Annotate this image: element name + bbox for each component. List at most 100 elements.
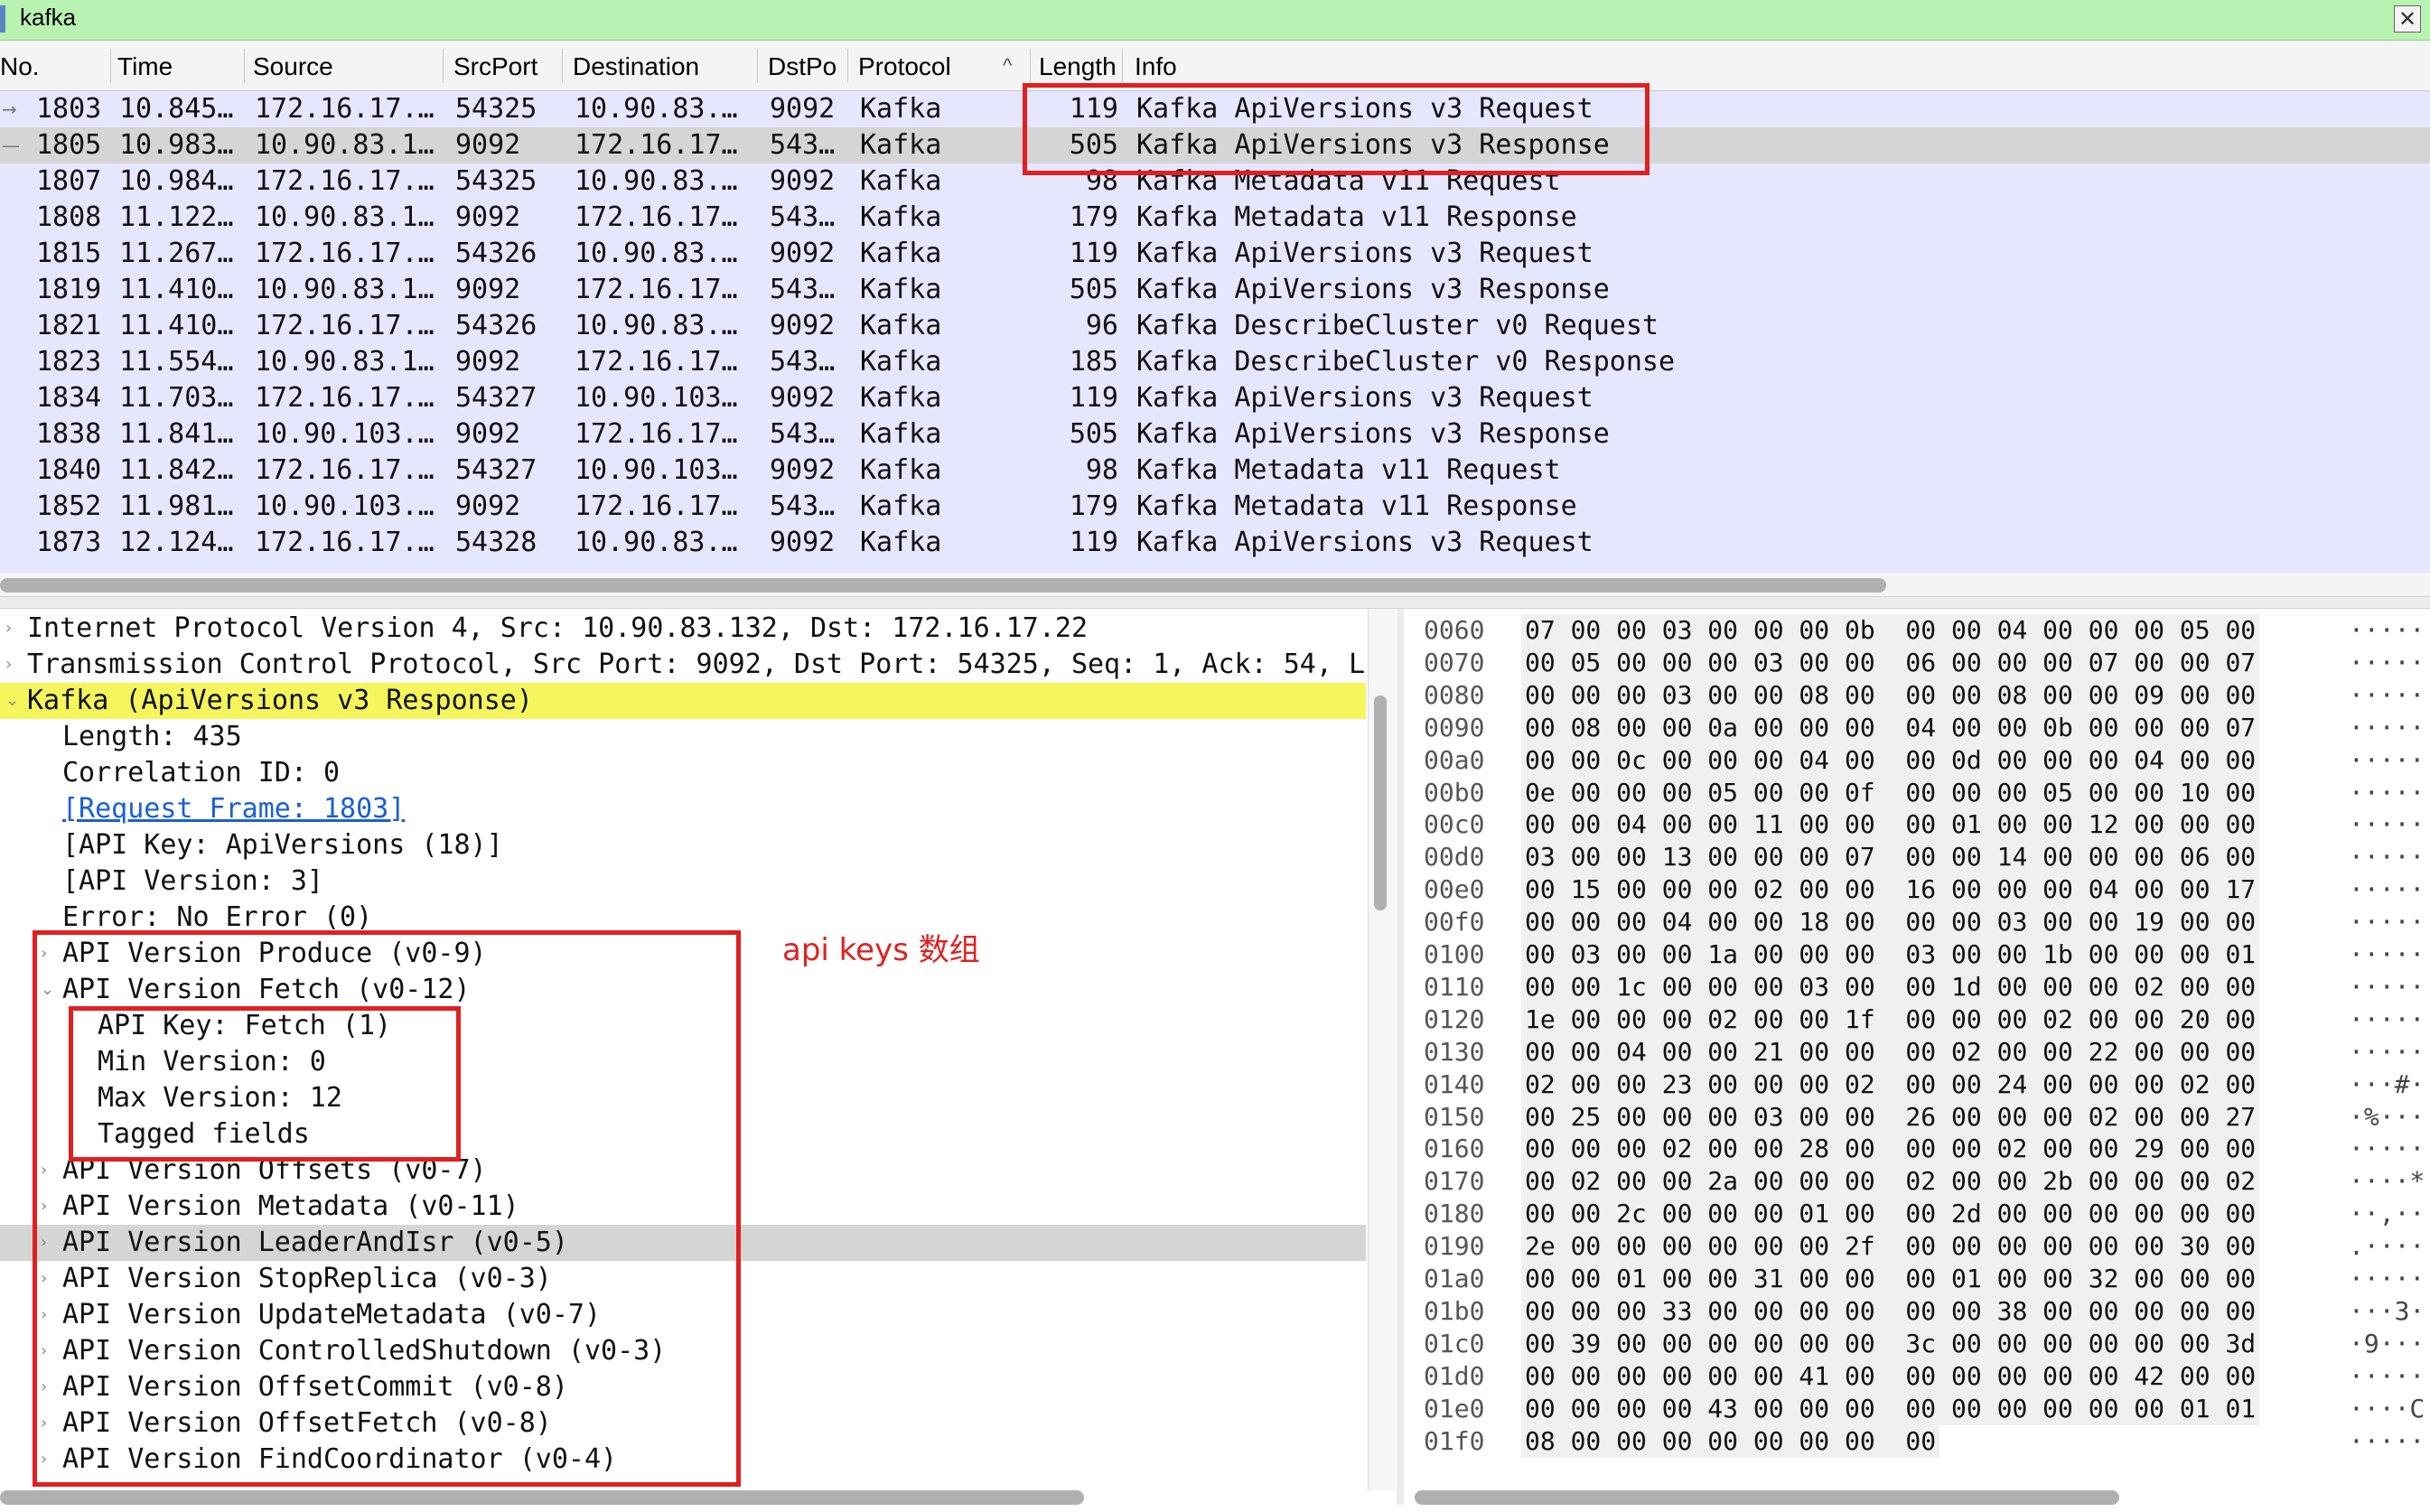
column-header-no[interactable]: No. [0,52,40,81]
packet-row[interactable]: 1838 11.841… 10.90.103.… 9092 172.16.17… 543…… [0,416,2430,453]
detail-tree-item[interactable]: Max Version: 12 [0,1080,1366,1116]
packet-row[interactable]: 1840 11.842… 172.16.17.… 54327 10.90.103… 909… [0,453,2430,489]
bytes-horizontal-scrollbar[interactable] [1415,1490,2119,1505]
packet-row[interactable]: 1823 11.554… 10.90.83.1… 9092 172.16.17… 543…… [0,344,2430,380]
bytes-row[interactable]: 00f0 00 00 00 04 00 00 18 00 00 00 03 00 … [1406,906,2430,939]
display-filter-bar[interactable]: kafka ✕ [0,0,2430,41]
collapse-arrow-icon[interactable]: › [41,936,47,972]
details-scrollbar[interactable] [1374,695,1387,910]
bytes-row[interactable]: 0160 00 00 00 02 00 00 28 00 00 00 02 00 … [1406,1133,2430,1166]
bytes-row[interactable]: 0130 00 00 04 00 00 21 00 00 00 02 00 00 … [1406,1035,2430,1069]
detail-tree-item[interactable]: [API Version: 3] [0,863,1366,900]
pane-splitter[interactable] [0,596,2430,609]
column-header-protocol[interactable]: Protocol [858,52,951,81]
collapse-arrow-icon[interactable]: › [41,1369,47,1405]
detail-tree-item[interactable]: › API Version Offsets (v0-7) [0,1153,1366,1189]
sort-ascending-icon[interactable]: ^ [1003,54,1012,78]
detail-tree-item[interactable]: › API Version UpdateMetadata (v0-7) [0,1297,1366,1333]
details-bytes-divider[interactable] [1397,609,1404,1505]
collapse-arrow-icon[interactable]: › [41,1153,47,1189]
bytes-row[interactable]: 0140 02 00 00 23 00 00 00 02 00 00 24 00 … [1406,1068,2430,1101]
collapse-arrow-icon[interactable]: › [5,647,12,683]
detail-tree-item[interactable]: › API Version Produce (v0-9) [0,936,1366,972]
column-header-srcport[interactable]: SrcPort [453,52,537,81]
detail-tree-item[interactable]: ⌄ API Version Fetch (v0-12) [0,972,1366,1008]
detail-tree-item[interactable]: Length: 435 [0,719,1366,755]
display-filter-input[interactable]: kafka [20,4,76,32]
bytes-row[interactable]: 00e0 00 15 00 00 00 02 00 00 16 00 00 00 … [1406,873,2430,907]
collapse-arrow-icon[interactable]: › [5,611,12,647]
packet-row[interactable]: 1815 11.267… 172.16.17.… 54326 10.90.83.… 909… [0,236,2430,272]
detail-tree-item[interactable]: Min Version: 0 [0,1044,1366,1080]
bytes-row[interactable]: 0150 00 25 00 00 00 03 00 00 26 00 00 00 … [1406,1100,2430,1134]
bytes-row[interactable]: 0180 00 00 2c 00 00 00 01 00 00 2d 00 00 … [1406,1198,2430,1231]
packet-details-tree[interactable]: › Internet Protocol Version 4, Src: 10.90… [0,609,1366,1490]
bytes-row[interactable]: 00d0 03 00 00 13 00 00 00 07 00 00 14 00 … [1406,841,2430,874]
column-header-time[interactable]: Time [117,52,173,81]
collapse-arrow-icon[interactable]: › [41,1261,47,1297]
expand-arrow-icon[interactable]: ⌄ [41,972,54,1008]
bytes-row[interactable]: 0080 00 00 00 03 00 00 08 00 00 00 08 00 … [1406,678,2430,712]
detail-tree-item[interactable]: Tagged fields [0,1116,1366,1153]
bytes-row[interactable]: 01e0 00 00 00 00 43 00 00 00 00 00 00 00 … [1406,1392,2430,1425]
detail-tree-item[interactable]: › API Version LeaderAndIsr (v0-5) [0,1225,1366,1261]
detail-tree-item[interactable]: API Key: Fetch (1) [0,1008,1366,1044]
bytes-row[interactable]: 0060 07 00 00 03 00 00 00 0b 00 00 04 00 … [1406,614,2430,647]
bytes-row[interactable]: 0090 00 08 00 00 0a 00 00 00 04 00 00 0b … [1406,711,2430,744]
detail-tree-item[interactable]: › API Version OffsetCommit (v0-8) [0,1369,1366,1405]
column-header-destination[interactable]: Destination [573,52,699,81]
packet-row[interactable]: 1834 11.703… 172.16.17.… 54327 10.90.103… 909… [0,380,2430,416]
detail-tree-item[interactable]: [Request Frame: 1803] [0,791,1366,827]
packet-row[interactable]: → 1803 10.845… 172.16.17.… 54325 10.90.83.… 90… [0,91,2430,127]
details-horizontal-scrollbar[interactable] [0,1490,1084,1505]
detail-tree-item[interactable]: › Internet Protocol Version 4, Src: 10.90… [0,611,1366,647]
bytes-row[interactable]: 01c0 00 39 00 00 00 00 00 00 3c 00 00 00 … [1406,1327,2430,1360]
detail-tree-item[interactable]: Correlation ID: 0 [0,755,1366,791]
packet-row[interactable]: 1873 12.124… 172.16.17.… 54328 10.90.83.… 909… [0,525,2430,561]
bytes-row[interactable]: 00b0 0e 00 00 00 05 00 00 0f 00 00 00 05 … [1406,776,2430,809]
collapse-arrow-icon[interactable]: › [41,1297,47,1333]
bytes-row[interactable]: 0100 00 03 00 00 1a 00 00 00 03 00 00 1b … [1406,938,2430,971]
request-frame-link[interactable]: [Request Frame: 1803] [62,791,405,827]
packet-list[interactable]: → 1803 10.845… 172.16.17.… 54325 10.90.83.… 90… [0,91,2430,574]
bytes-row[interactable]: 00c0 00 00 04 00 00 11 00 00 00 01 00 00 … [1406,808,2430,842]
clear-filter-icon[interactable]: ✕ [2394,5,2421,33]
detail-tree-item[interactable]: › API Version FindCoordinator (v0-4) [0,1442,1366,1478]
packet-row[interactable]: 1807 10.984… 172.16.17.… 54325 10.90.83.… 909… [0,163,2430,200]
detail-tree-item[interactable]: [API Key: ApiVersions (18)] [0,827,1366,863]
bytes-row[interactable]: 0120 1e 00 00 00 02 00 00 1f 00 00 00 02 … [1406,1003,2430,1036]
packet-list-scrollbar[interactable] [0,578,1886,593]
bytes-row[interactable]: 01b0 00 00 00 33 00 00 00 00 00 00 38 00 … [1406,1294,2430,1328]
bytes-row[interactable]: 00a0 00 00 0c 00 00 00 04 00 00 0d 00 00 … [1406,743,2430,777]
column-header-source[interactable]: Source [253,52,333,81]
packet-row[interactable]: 1808 11.122… 10.90.83.1… 9092 172.16.17… 543…… [0,200,2430,236]
detail-tree-item[interactable]: › API Version ControlledShutdown (v0-3) [0,1333,1366,1369]
bytes-row[interactable]: 0190 2e 00 00 00 00 00 00 2f 00 00 00 00 … [1406,1230,2430,1264]
bytes-row[interactable]: 0070 00 05 00 00 00 03 00 00 06 00 00 00 … [1406,646,2430,679]
collapse-arrow-icon[interactable]: › [41,1225,47,1261]
bytes-row[interactable]: 0170 00 02 00 00 2a 00 00 00 02 00 00 2b … [1406,1165,2430,1199]
column-header-info[interactable]: Info [1135,52,1177,81]
column-header-dstport[interactable]: DstPo [768,52,842,81]
packet-row[interactable]: — 1805 10.983… 10.90.83.1… 9092 172.16.17… 543… [0,127,2430,163]
detail-tree-item[interactable]: ⌄ Kafka (ApiVersions v3 Response) [0,683,1366,719]
packet-row[interactable]: 1819 11.410… 10.90.83.1… 9092 172.16.17… 543…… [0,272,2430,308]
collapse-arrow-icon[interactable]: › [41,1405,47,1442]
detail-tree-item[interactable]: › API Version StopReplica (v0-3) [0,1261,1366,1297]
bytes-row[interactable]: 01a0 00 00 01 00 00 31 00 00 00 01 00 00 … [1406,1263,2430,1295]
bytes-row[interactable]: 01f0 08 00 00 00 00 00 00 00 00 ····· [1406,1424,2430,1458]
packet-bytes-pane[interactable]: 0060 07 00 00 03 00 00 00 0b 00 00 04 00 … [1406,609,2430,1490]
packet-row[interactable]: 1821 11.410… 172.16.17.… 54326 10.90.83.… 909… [0,308,2430,344]
detail-tree-item[interactable]: › Transmission Control Protocol, Src Port… [0,647,1366,683]
detail-tree-item[interactable]: Error: No Error (0) [0,900,1366,936]
detail-tree-item[interactable]: › API Version Metadata (v0-11) [0,1189,1366,1225]
column-header-length[interactable]: Length [1039,52,1117,81]
filter-bookmark-icon[interactable] [0,5,5,33]
collapse-arrow-icon[interactable]: › [41,1189,47,1225]
bytes-row[interactable]: 0110 00 00 1c 00 00 00 03 00 00 1d 00 00 … [1406,970,2430,1003]
collapse-arrow-icon[interactable]: › [41,1333,47,1369]
expand-arrow-icon[interactable]: ⌄ [5,683,19,719]
collapse-arrow-icon[interactable]: › [41,1442,47,1478]
detail-tree-item[interactable]: › API Version OffsetFetch (v0-8) [0,1405,1366,1442]
packet-row[interactable]: 1852 11.981… 10.90.103.… 9092 172.16.17… 543…… [0,489,2430,525]
